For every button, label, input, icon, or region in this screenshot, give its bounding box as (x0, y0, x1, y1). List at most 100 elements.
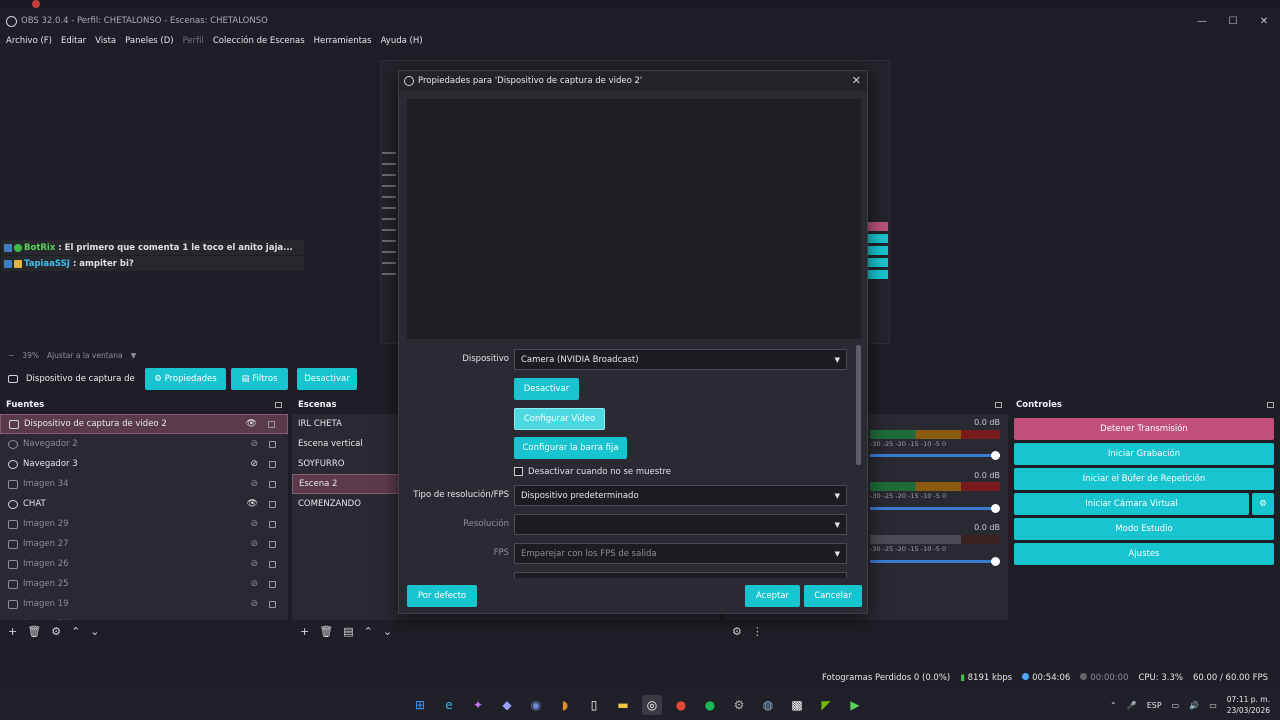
cancel-button[interactable]: Cancelar (804, 585, 862, 607)
properties-button[interactable]: ⚙ Propiedades (145, 368, 226, 390)
gear-icon[interactable]: ⚙ (1252, 493, 1274, 515)
folder-icon[interactable]: ▬ (613, 695, 633, 715)
deactivate-button[interactable]: Desactivar (297, 368, 357, 390)
source-item[interactable]: Imagen 25 ⊘ (0, 574, 288, 594)
start-recording-button[interactable]: Iniciar Grabación (1014, 443, 1274, 465)
language[interactable]: ESP (1147, 701, 1162, 710)
accept-button[interactable]: Aceptar (745, 585, 800, 607)
menu-editar[interactable]: Editar (61, 36, 86, 46)
configure-crossbar-button[interactable]: Configurar la barra fija (514, 437, 627, 459)
menu-perfil[interactable]: Perfil (183, 36, 204, 46)
close-icon[interactable]: ✕ (852, 74, 861, 87)
studio-mode-button[interactable]: Modo Estudio (1014, 518, 1274, 540)
spotify-icon[interactable]: ● (700, 695, 720, 715)
resolution-select[interactable]: ▼ (514, 514, 847, 535)
visibility-icon[interactable]: ⊘ (250, 519, 258, 529)
visibility-icon[interactable]: ⊘ (250, 599, 258, 609)
discord-icon[interactable]: ◉ (526, 695, 546, 715)
edge-icon[interactable]: e (439, 695, 459, 715)
menu-herramientas[interactable]: Herramientas (314, 36, 372, 46)
filter-icon[interactable]: ▤ (343, 625, 353, 638)
menu-paneles[interactable]: Paneles (D) (125, 36, 173, 46)
fps-select[interactable]: Emparejar con los FPS de salida ▼ (514, 543, 847, 564)
zoom-fit-select[interactable]: Ajustar a la ventana (47, 351, 123, 360)
chevron-up-icon[interactable]: ⌃ (1110, 701, 1117, 710)
source-item[interactable]: Dispositivo de captura de video 2 👁 (0, 414, 288, 434)
visibility-icon[interactable]: ⊘ (250, 459, 258, 469)
lock-icon[interactable] (269, 480, 276, 488)
mic-icon[interactable]: 🎤 (1127, 701, 1137, 710)
settings-button[interactable]: Ajustes (1014, 543, 1274, 565)
lock-icon[interactable] (269, 440, 276, 448)
up-icon[interactable]: ⌃ (71, 625, 80, 638)
maximize-button[interactable]: ☐ (1218, 10, 1248, 32)
trash-icon[interactable]: 🗑 (319, 625, 333, 638)
visibility-icon[interactable]: ⊘ (250, 539, 258, 549)
copilot-icon[interactable]: ✦ (468, 695, 488, 715)
down-icon[interactable]: ⌄ (383, 625, 392, 638)
undock-icon[interactable] (1267, 402, 1274, 408)
volume-slider[interactable] (870, 557, 1000, 566)
source-item[interactable]: Imagen 27 ⊘ (0, 534, 288, 554)
settings-icon[interactable]: ⚙ (729, 695, 749, 715)
configure-video-button[interactable]: Configurar Video (514, 408, 605, 430)
trash-icon[interactable]: 🗑 (27, 625, 41, 638)
lock-icon[interactable] (269, 460, 276, 468)
nvidia-icon[interactable]: ◤ (816, 695, 836, 715)
menu-coleccion-escenas[interactable]: Colección de Escenas (213, 36, 305, 46)
volume-slider[interactable] (870, 504, 1000, 513)
source-item[interactable]: Imagen 34 ⊘ (0, 474, 288, 494)
lock-icon[interactable] (269, 520, 276, 528)
source-item[interactable]: CHAT 👁 (0, 494, 288, 514)
file-icon[interactable]: ▯ (584, 695, 604, 715)
lock-icon[interactable] (269, 540, 276, 548)
lock-icon[interactable] (269, 600, 276, 608)
scrollbar[interactable] (856, 345, 861, 465)
source-item[interactable]: Navegador 2 ⊘ (0, 434, 288, 454)
visibility-icon[interactable]: ⊘ (250, 559, 258, 569)
app-icon[interactable]: ◆ (497, 695, 517, 715)
volume-slider[interactable] (870, 451, 1000, 460)
visibility-icon[interactable]: ⊘ (250, 439, 258, 449)
deactivate-hidden-checkbox[interactable] (514, 467, 523, 476)
advanced-audio-icon[interactable]: ⚙ (732, 625, 742, 638)
gear-icon[interactable]: ⚙ (51, 625, 61, 638)
chrome-icon[interactable]: ● (671, 695, 691, 715)
lock-icon[interactable] (268, 420, 275, 428)
res-fps-select[interactable]: Dispositivo predeterminado ▼ (514, 485, 847, 506)
source-item[interactable]: Navegador 3 ⊘ (0, 454, 288, 474)
add-icon[interactable]: + (300, 625, 309, 638)
menu-vista[interactable]: Vista (95, 36, 116, 46)
visibility-icon[interactable]: 👁 (246, 419, 257, 429)
minimize-button[interactable]: — (1187, 10, 1217, 32)
close-button[interactable]: ✕ (1249, 10, 1279, 32)
source-item[interactable]: Imagen 29 ⊘ (0, 514, 288, 534)
chevron-down-icon[interactable]: ▼ (131, 351, 137, 360)
add-icon[interactable]: + (8, 625, 17, 638)
visibility-icon[interactable]: ⊘ (250, 579, 258, 589)
menu-archivo[interactable]: Archivo (F) (6, 36, 52, 46)
deactivate-button[interactable]: Desactivar (514, 378, 579, 400)
undock-icon[interactable] (275, 402, 282, 408)
clock[interactable]: 07:11 p. m. 23/03/2026 (1227, 694, 1270, 716)
device-select[interactable]: Camera (NVIDIA Broadcast) ▼ (514, 349, 847, 370)
visibility-icon[interactable]: ⊘ (250, 479, 258, 489)
app-icon[interactable]: ◗ (555, 695, 575, 715)
filters-button[interactable]: ▤ Filtros (231, 368, 288, 390)
source-item[interactable]: Imagen 19 ⊘ (0, 594, 288, 614)
replay-buffer-button[interactable]: Iniciar el Búfer de Repetición (1014, 468, 1274, 490)
battery-icon[interactable]: ▭ (1209, 701, 1217, 710)
visibility-icon[interactable]: 👁 (247, 499, 258, 509)
windows-start-icon[interactable]: ⊞ (410, 695, 430, 715)
steam-icon[interactable]: ◍ (758, 695, 778, 715)
lock-icon[interactable] (269, 580, 276, 588)
network-icon[interactable]: ▭ (1172, 701, 1180, 710)
zoom-out-button[interactable]: − (8, 351, 14, 360)
virtual-camera-button[interactable]: Iniciar Cámara Virtual (1014, 493, 1249, 515)
source-item[interactable]: Imagen 26 ⊘ (0, 554, 288, 574)
volume-icon[interactable]: 🔊 (1189, 701, 1199, 710)
down-icon[interactable]: ⌄ (90, 625, 99, 638)
app-icon[interactable]: ▩ (787, 695, 807, 715)
lock-icon[interactable] (269, 500, 276, 508)
defaults-button[interactable]: Por defecto (407, 585, 477, 607)
